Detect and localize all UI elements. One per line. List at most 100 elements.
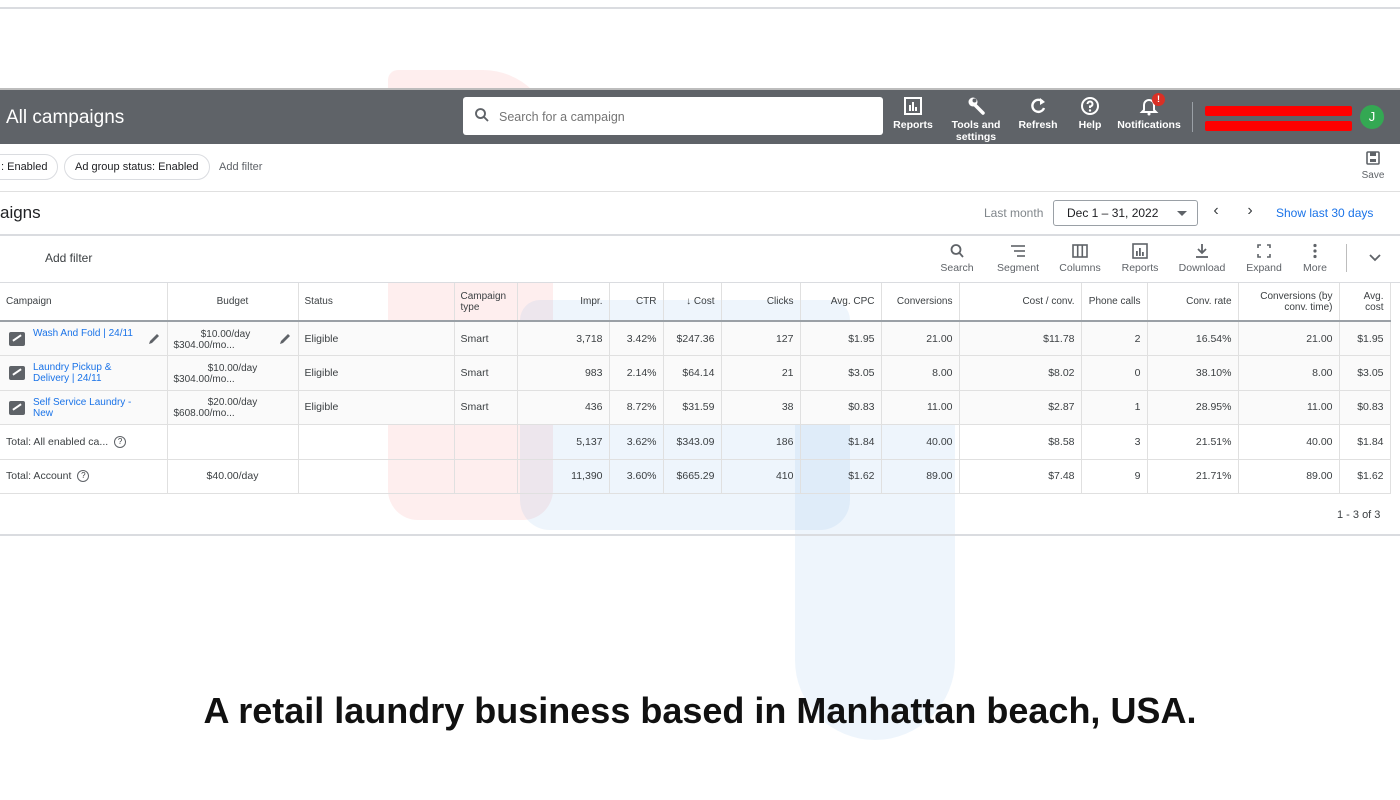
reports-icon: [1132, 243, 1148, 259]
refresh-icon: [1031, 98, 1046, 114]
table-row: Wash And Fold | 24/11 $10.00/day $304.00…: [0, 321, 1391, 356]
col-cost-per-conv[interactable]: Cost / conv.: [959, 283, 1082, 322]
toolbar-reports-label: Reports: [1121, 262, 1159, 274]
conv-rate-cell: 28.95%: [1147, 390, 1239, 425]
avatar[interactable]: J: [1360, 105, 1384, 129]
status-cell: Eligible: [298, 390, 455, 425]
show-last-30-days-link[interactable]: Show last 30 days: [1276, 206, 1373, 220]
help-icon: [1081, 97, 1099, 115]
clicks-cell: 38: [721, 390, 801, 425]
col-conv-rate[interactable]: Conv. rate: [1147, 283, 1239, 322]
budget-daily: $20.00/day: [207, 397, 258, 409]
col-budget[interactable]: Budget: [167, 283, 299, 322]
cost-cell: $247.36: [663, 321, 722, 356]
toolbar-columns-label: Columns: [1059, 262, 1101, 274]
reports-icon: [904, 97, 922, 115]
help-circle-icon[interactable]: ?: [114, 435, 127, 448]
status-cell: Eligible: [298, 321, 455, 356]
campaign-link[interactable]: Wash And Fold | 24/11: [33, 328, 133, 339]
toolbar-search-label: Search: [940, 262, 974, 274]
total-label-cell: Total: All enabled ca...?: [0, 424, 168, 460]
toolbar-add-filter[interactable]: Add filter: [45, 251, 92, 265]
toolbar-segment-button[interactable]: Segment: [995, 243, 1041, 274]
refresh-label: Refresh: [1018, 119, 1058, 131]
notification-badge: !: [1152, 93, 1165, 106]
col-clicks[interactable]: Clicks: [721, 283, 801, 322]
campaign-cell: Laundry Pickup & Delivery | 24/11: [0, 355, 168, 391]
toolbar-download-button[interactable]: Download: [1177, 243, 1227, 274]
next-period-arrow-icon[interactable]: ›: [1242, 202, 1258, 220]
filter-chip-ad-group-status[interactable]: Ad group status: Enabled: [64, 154, 210, 180]
edit-pencil-icon[interactable]: [147, 332, 161, 346]
col-campaign[interactable]: Campaign: [0, 283, 168, 322]
col-conversions[interactable]: Conversions: [881, 283, 960, 322]
avg-cost-cell: $3.05: [1339, 355, 1391, 391]
app-header: All campaigns Reports Tools and settings: [0, 88, 1400, 144]
avg-cost-cell: $1.84: [1339, 424, 1391, 460]
conv-time-cell: 11.00: [1238, 390, 1340, 425]
save-label: Save: [1361, 170, 1385, 181]
budget-daily: $10.00/day: [200, 328, 251, 340]
cost-conv-cell: $8.02: [959, 355, 1082, 391]
conversions-cell: 89.00: [881, 459, 960, 494]
col-avg-cpc[interactable]: Avg. CPC: [800, 283, 882, 322]
col-phone-calls[interactable]: Phone calls: [1081, 283, 1148, 322]
add-filter-link[interactable]: Add filter: [219, 161, 262, 173]
toolbar-columns-button[interactable]: Columns: [1058, 243, 1102, 274]
col-campaign-type[interactable]: Campaign type: [454, 283, 518, 322]
smart-campaign-icon: [9, 366, 25, 380]
conv-rate-cell: 16.54%: [1147, 321, 1239, 356]
toolbar-expand-label: Expand: [1246, 262, 1282, 274]
col-conv-by-time[interactable]: Conversions (by conv. time): [1238, 283, 1340, 322]
col-impressions[interactable]: Impr.: [517, 283, 610, 322]
filter-bar: : Enabled Ad group status: Enabled Add f…: [0, 144, 1400, 192]
avg-cost-cell: $1.95: [1339, 321, 1391, 356]
refresh-button[interactable]: Refresh: [1017, 96, 1059, 131]
campaigns-table: Campaign Budget Status Campaign type Imp…: [0, 283, 1391, 494]
budget-cell: [167, 424, 299, 460]
tools-and-settings-button[interactable]: Tools and settings: [950, 96, 1002, 143]
conversions-cell: 40.00: [881, 424, 960, 460]
col-status[interactable]: Status: [298, 283, 455, 322]
toolbar-download-label: Download: [1178, 262, 1226, 274]
search-input[interactable]: [497, 106, 871, 128]
type-cell: [454, 424, 518, 460]
save-button[interactable]: Save: [1358, 150, 1388, 181]
previous-period-arrow-icon[interactable]: ‹: [1208, 202, 1224, 220]
budget-cell: $40.00/day: [167, 459, 299, 494]
search-icon: [950, 244, 964, 258]
campaign-search-box[interactable]: [463, 97, 883, 135]
conv-time-cell: 8.00: [1238, 355, 1340, 391]
edit-pencil-icon[interactable]: [278, 332, 292, 346]
date-range-picker[interactable]: Dec 1 – 31, 2022: [1053, 200, 1198, 226]
conv-time-cell: 21.00: [1238, 321, 1340, 356]
avg-cpc-cell: $1.62: [800, 459, 882, 494]
toolbar-search-button[interactable]: Search: [938, 243, 976, 274]
col-avg-cost[interactable]: Avg. cost: [1339, 283, 1391, 322]
toolbar-more-button[interactable]: More: [1298, 243, 1332, 274]
phone-calls-cell: 9: [1081, 459, 1148, 494]
collapse-chevron-down-icon[interactable]: [1368, 253, 1382, 263]
campaign-link[interactable]: Self Service Laundry - New: [33, 397, 133, 419]
help-button[interactable]: Help: [1076, 96, 1104, 131]
toolbar-reports-button[interactable]: Reports: [1120, 243, 1160, 274]
cost-conv-cell: $11.78: [959, 321, 1082, 356]
reports-button[interactable]: Reports: [893, 96, 933, 131]
col-ctr[interactable]: CTR: [609, 283, 664, 322]
toolbar-expand-button[interactable]: Expand: [1244, 243, 1284, 274]
expand-icon: [1257, 244, 1271, 258]
avg-cpc-cell: $0.83: [800, 390, 882, 425]
budget-monthly: $304.00/mo...: [173, 339, 235, 351]
filter-chip-campaign-status[interactable]: : Enabled: [0, 154, 59, 180]
campaigns-subheader: aigns Last month Dec 1 – 31, 2022 ‹ › Sh…: [0, 192, 1400, 236]
conv-rate-cell: 38.10%: [1147, 355, 1239, 391]
campaign-link[interactable]: Laundry Pickup & Delivery | 24/11: [33, 362, 133, 384]
page-title: All campaigns: [6, 107, 125, 128]
notifications-button[interactable]: Notifications: [1117, 96, 1181, 131]
col-cost-sorted[interactable]: ↓ Cost: [663, 283, 722, 322]
avg-cost-cell: $1.62: [1339, 459, 1391, 494]
search-icon: [475, 108, 489, 122]
help-circle-icon[interactable]: ?: [77, 470, 90, 483]
avg-cpc-cell: $1.84: [800, 424, 882, 460]
top-divider: [0, 7, 1400, 9]
